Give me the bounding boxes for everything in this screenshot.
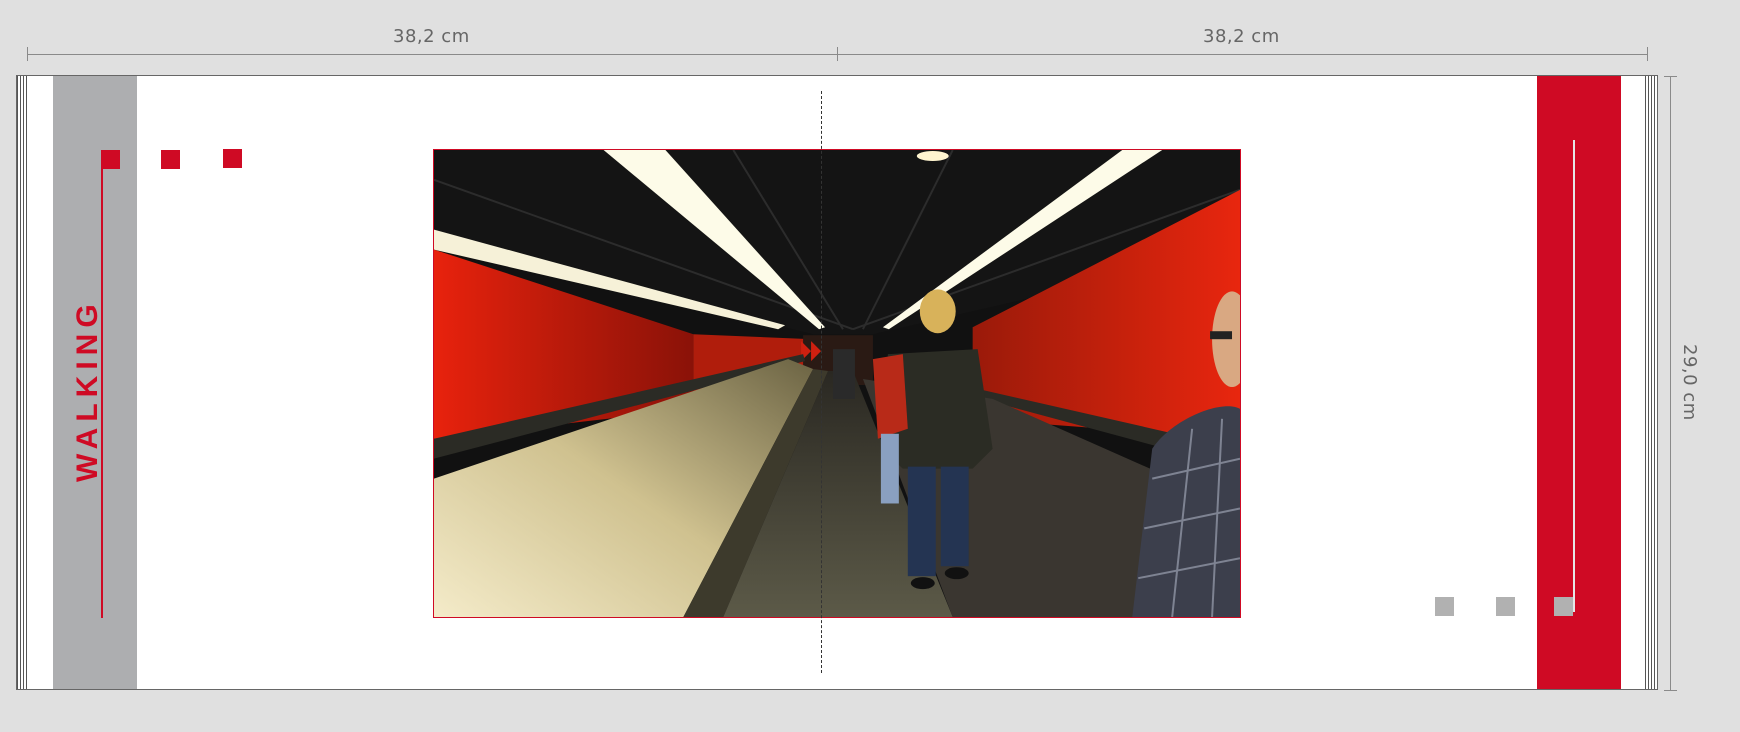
page-edges-right [1645, 76, 1657, 689]
left-width-label: 38,2 cm [393, 26, 470, 47]
square-bullet-icon [101, 150, 120, 169]
square-bullet-icon [1554, 597, 1573, 616]
height-label: 29,0 cm [1679, 344, 1700, 421]
right-accent-line [1573, 140, 1575, 612]
square-bullet-icon [223, 149, 242, 168]
square-bullet-icon [161, 150, 180, 169]
height-ruler-tick-top [1664, 76, 1677, 77]
square-bullet-icon [1435, 597, 1454, 616]
tunnel-photo-image [434, 150, 1240, 617]
book-spread: WALKING [16, 75, 1658, 690]
right-width-label: 38,2 cm [1203, 26, 1280, 47]
ruler-tick-left [27, 47, 28, 61]
page-edges-left [17, 76, 29, 689]
ruler-tick-right [1647, 47, 1648, 61]
tunnel-photo [433, 149, 1241, 618]
right-red-band [1537, 76, 1621, 689]
square-bullet-icon [1496, 597, 1515, 616]
height-ruler [1670, 76, 1671, 690]
vertical-title: WALKING [71, 298, 104, 482]
ruler-tick-center [837, 47, 838, 61]
height-ruler-tick-bottom [1664, 690, 1677, 691]
spread-gutter-line [821, 91, 822, 673]
